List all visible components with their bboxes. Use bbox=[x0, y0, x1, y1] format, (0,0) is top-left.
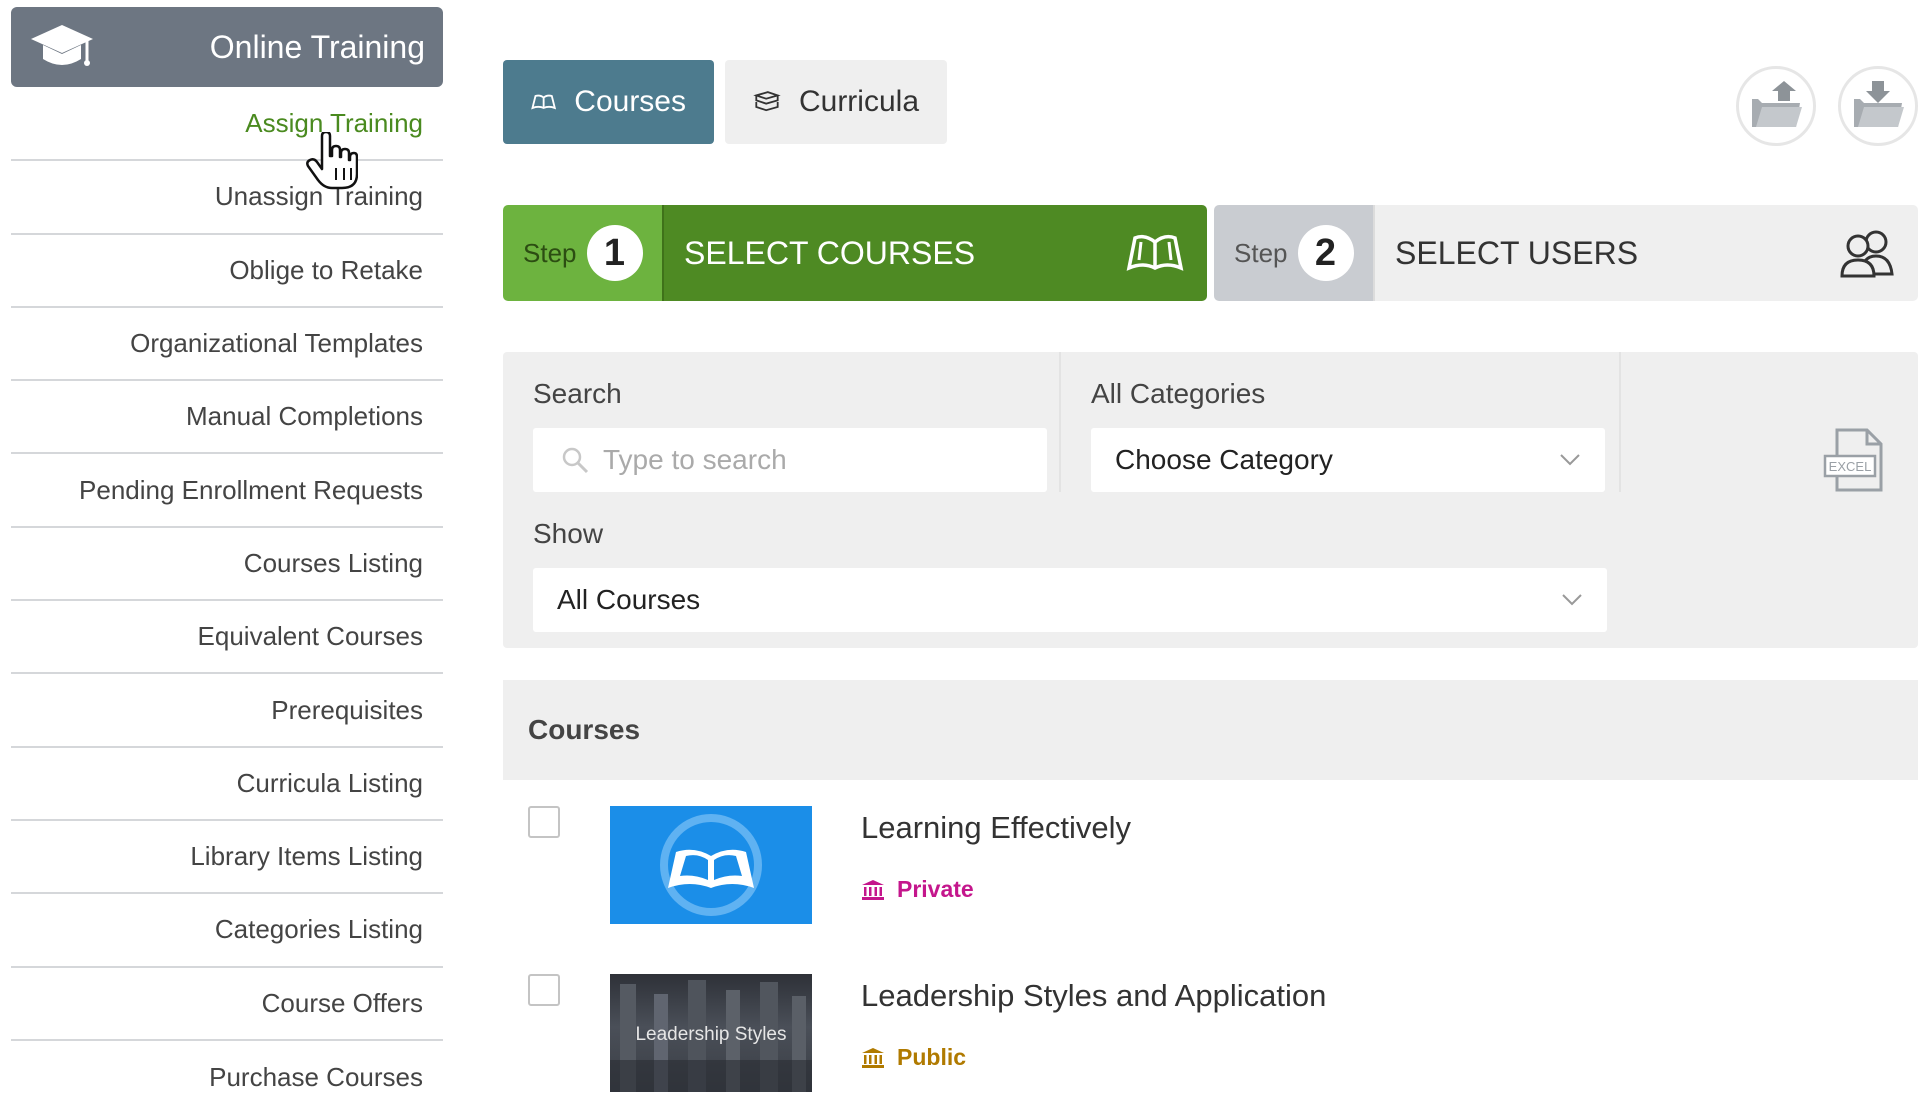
course-row: Leadership Styles Leadership Styles and … bbox=[503, 974, 1918, 1094]
sidebar-title: Online Training bbox=[209, 28, 425, 65]
leadership-photo: Leadership Styles bbox=[610, 980, 812, 1092]
institution-icon bbox=[862, 879, 884, 900]
tab-courses[interactable]: Courses bbox=[503, 60, 714, 144]
step1-number: Step 1 bbox=[503, 205, 662, 301]
sidebar-item-categories-listing[interactable]: Categories Listing bbox=[11, 894, 443, 968]
sidebar-item-library-items-listing[interactable]: Library Items Listing bbox=[11, 821, 443, 895]
step1-word: Step bbox=[523, 237, 577, 268]
course-thumbnail[interactable]: Leadership Styles bbox=[610, 974, 812, 1092]
step1-label-area: SELECT COURSES bbox=[662, 205, 1207, 301]
visibility-label: Private bbox=[897, 876, 974, 902]
sidebar-item-manual-completions[interactable]: Manual Completions bbox=[11, 381, 443, 455]
step2-circle: 2 bbox=[1297, 225, 1354, 281]
excel-text: EXCEL bbox=[1829, 459, 1872, 474]
category-value: Choose Category bbox=[1115, 444, 1333, 475]
tab-curricula[interactable]: Curricula bbox=[725, 60, 947, 144]
sidebar-item-prerequisites[interactable]: Prerequisites bbox=[11, 674, 443, 748]
step-select-users[interactable]: Step 2 SELECT USERS bbox=[1214, 205, 1918, 301]
search-input[interactable]: Type to search bbox=[533, 428, 1047, 492]
course-row: Learning Effectively Private bbox=[503, 806, 1918, 936]
tab-curricula-label: Curricula bbox=[798, 85, 919, 118]
sidebar-item-oblige-to-retake[interactable]: Oblige to Retake bbox=[11, 235, 443, 308]
wizard-steps: Step 1 SELECT COURSES Step 2 SELECT USER… bbox=[503, 205, 1918, 301]
course-visibility: Private bbox=[861, 876, 974, 903]
excel-export-icon[interactable]: EXCEL bbox=[1823, 428, 1887, 494]
sidebar-item-curricula-listing[interactable]: Curricula Listing bbox=[11, 748, 443, 821]
chevron-down-icon bbox=[1560, 454, 1580, 466]
tab-courses-label: Courses bbox=[574, 85, 686, 118]
courses-header: Courses bbox=[503, 680, 1918, 780]
sidebar-item-assign-training[interactable]: Assign Training bbox=[11, 88, 443, 162]
step-select-courses[interactable]: Step 1 SELECT COURSES bbox=[503, 205, 1207, 301]
main-content: Courses Curricula Step 1 SELECT COURSES … bbox=[503, 0, 1921, 1094]
show-select[interactable]: All Courses bbox=[533, 568, 1607, 632]
filter-panel: Search Type to search All Categories Cho… bbox=[503, 352, 1918, 648]
sidebar-item-course-offers[interactable]: Course Offers bbox=[11, 968, 443, 1041]
sidebar-item-purchase-courses[interactable]: Purchase Courses bbox=[11, 1041, 443, 1094]
category-label: All Categories bbox=[1091, 378, 1266, 409]
show-value: All Courses bbox=[557, 584, 701, 615]
filter-divider bbox=[1059, 352, 1061, 492]
step1-circle: 1 bbox=[586, 225, 643, 281]
search-label: Search bbox=[533, 378, 622, 409]
users-icon bbox=[1840, 230, 1894, 278]
type-tabs: Courses Curricula bbox=[503, 60, 947, 144]
sidebar-item-pending-enrollment-requests[interactable]: Pending Enrollment Requests bbox=[11, 454, 443, 528]
course-title[interactable]: Learning Effectively bbox=[861, 810, 1131, 846]
sidebar-item-equivalent-courses[interactable]: Equivalent Courses bbox=[11, 601, 443, 675]
search-icon bbox=[562, 447, 589, 474]
open-book-icon bbox=[1126, 234, 1184, 271]
step2-number: Step 2 bbox=[1214, 205, 1373, 301]
thumb-text: Leadership Styles bbox=[635, 1024, 786, 1045]
category-select[interactable]: Choose Category bbox=[1091, 428, 1605, 492]
course-checkbox[interactable] bbox=[528, 974, 560, 1006]
books-icon bbox=[753, 91, 781, 112]
sidebar-item-unassign-training[interactable]: Unassign Training bbox=[11, 161, 443, 235]
sidebar-item-courses-listing[interactable]: Courses Listing bbox=[11, 528, 443, 602]
book-logo-icon bbox=[660, 814, 762, 916]
download-button[interactable] bbox=[1838, 66, 1918, 146]
open-book-icon bbox=[531, 94, 557, 110]
course-checkbox[interactable] bbox=[528, 806, 560, 838]
graduation-cap-icon bbox=[31, 25, 93, 66]
visibility-label: Public bbox=[897, 1044, 967, 1070]
sidebar-item-organizational-templates[interactable]: Organizational Templates bbox=[11, 308, 443, 382]
filter-divider bbox=[1619, 352, 1621, 492]
chevron-down-icon bbox=[1562, 594, 1582, 606]
course-thumbnail[interactable] bbox=[610, 806, 812, 924]
sidebar-header[interactable]: Online Training bbox=[11, 7, 443, 87]
search-placeholder: Type to search bbox=[603, 444, 787, 475]
institution-icon bbox=[862, 1047, 884, 1068]
course-title[interactable]: Leadership Styles and Application bbox=[861, 978, 1326, 1014]
show-label: Show bbox=[533, 518, 604, 549]
step2-label-area: SELECT USERS bbox=[1373, 205, 1918, 301]
sidebar-menu: Assign Training Unassign Training Oblige… bbox=[11, 88, 443, 1094]
upload-button[interactable] bbox=[1736, 66, 1816, 146]
course-visibility: Public bbox=[861, 1044, 966, 1071]
step2-word: Step bbox=[1234, 237, 1288, 268]
step2-label: SELECT USERS bbox=[1395, 234, 1639, 271]
step1-label: SELECT COURSES bbox=[684, 234, 976, 271]
folder-download-icon bbox=[1854, 81, 1904, 127]
sidebar: Online Training Assign Training Unassign… bbox=[0, 0, 450, 1094]
folder-upload-icon bbox=[1752, 81, 1802, 127]
